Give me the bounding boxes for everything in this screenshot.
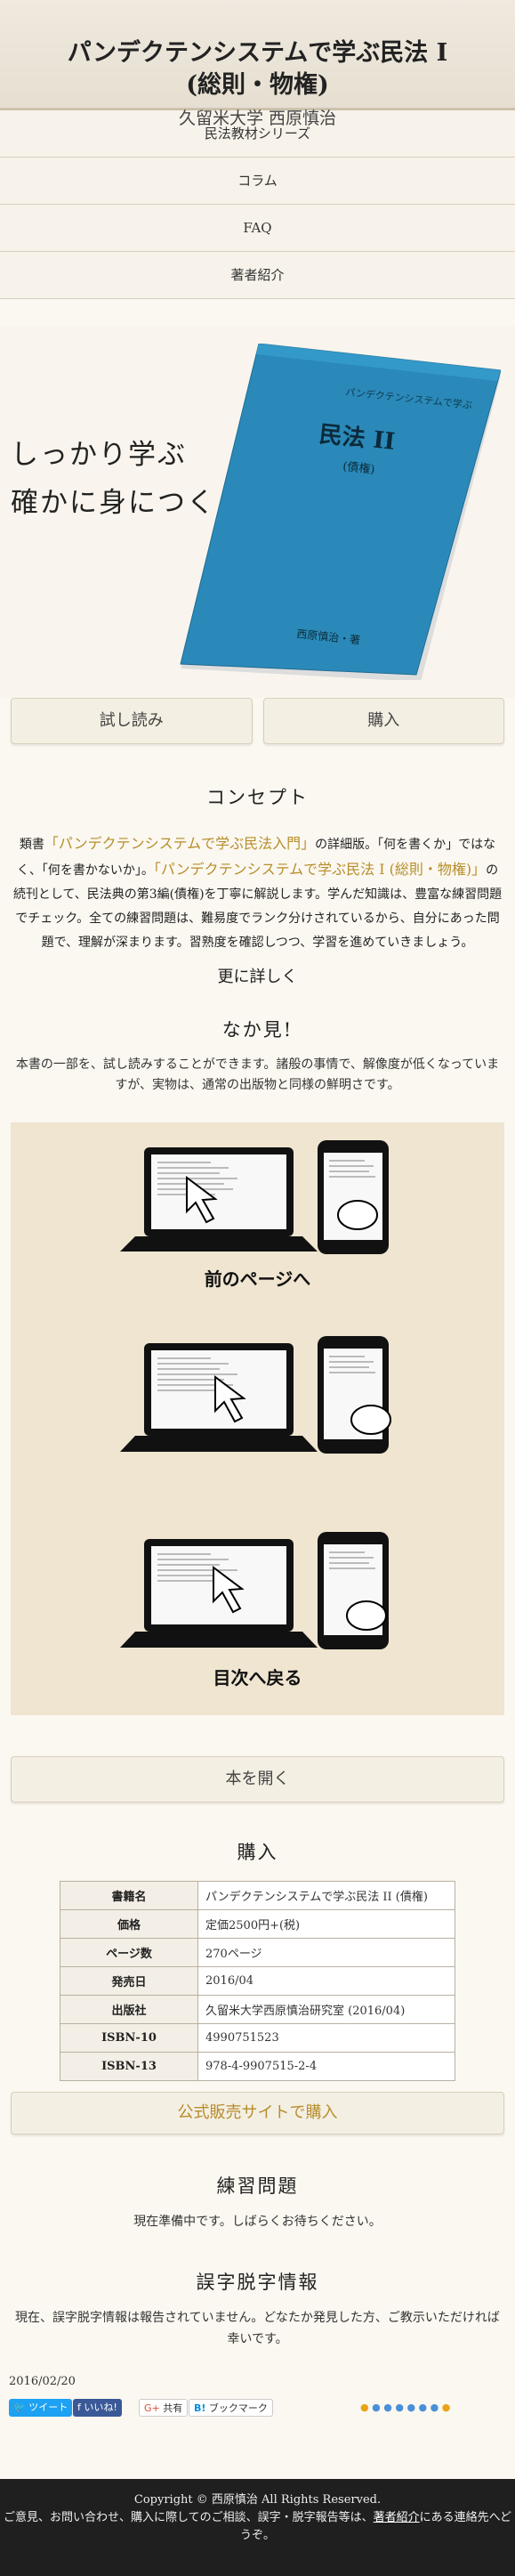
buy-title: 購入 — [237, 1842, 278, 1863]
table-row: ページ数 270ページ — [60, 1938, 455, 1967]
tweet-label: ツイート — [28, 2402, 68, 2413]
twitter-icon: 🐦 — [13, 2402, 26, 2413]
peek-title: なか見! — [221, 1019, 294, 1041]
site-header: パンデクテンシステムで学ぶ民法 I (総則・物権) 久留米大学 西原慎治 — [0, 0, 515, 128]
nav-item-column[interactable]: コラム — [0, 158, 515, 205]
footer-contact-part: ご意見、お問い合わせ、購入に際してのご相談、誤字・脱字報告等は、 — [4, 2511, 374, 2524]
row-value: 定価2500円+(税) — [197, 1909, 455, 1939]
book-info-table: 書籍名 パンデクテンシステムで学ぶ民法 II (債権) 価格 定価2500円+(税)… — [60, 1881, 455, 2081]
nav-item-author[interactable]: 著者紹介 — [0, 252, 515, 299]
table-row: 出版社 久留米大学西原慎治研究室 (2016/04) — [60, 1995, 455, 2024]
hatena-label: ブックマーク — [208, 2402, 268, 2414]
nav-item-series[interactable]: 民法教材シリーズ — [0, 110, 515, 158]
concept-section: コンセプト 類書「パンデクテンシステムで学ぶ民法入門」の詳細版。「何を書くか」で… — [0, 783, 515, 987]
rss-icon: ● — [441, 2402, 451, 2413]
laptop-phone-swipe-icon — [120, 1140, 389, 1254]
site-footer: Copyright © 西原慎治 All Rights Reserved. ご意… — [0, 2479, 515, 2576]
errata-section: 誤字脱字情報 現在、誤字脱字情報は報告されていません。どなたか発見した方、ご教示… — [0, 2268, 515, 2350]
exercise-title: 練習問題 — [216, 2175, 299, 2197]
errata-text: 現在、誤字脱字情報は報告されていません。どなたか発見した方、ご教示いただければ幸… — [15, 2311, 500, 2346]
table-row: 発売日 2016/04 — [60, 1966, 455, 1996]
laptop-phone-press-icon — [120, 1532, 389, 1649]
buy-section: 購入 書籍名 パンデクテンシステムで学ぶ民法 II (債権) 価格 定価2500円+… — [0, 1838, 515, 2135]
author-profile-link[interactable]: 著者紹介 — [374, 2511, 420, 2524]
trial-read-button[interactable]: 試し読み — [11, 698, 253, 744]
facebook-like-button[interactable]: f いいね! — [73, 2399, 122, 2417]
concept-link-intro[interactable]: 「パンデクテンシステムで学ぶ民法入門」 — [44, 835, 315, 852]
row-value: 2016/04 — [197, 1966, 455, 1996]
hero-section: しっかり学ぶ 確かに身につく パンデクテンシステムで学ぶ 民法 II (債権) … — [0, 326, 515, 698]
row-value: 4990751523 — [197, 2023, 455, 2053]
post-date: 2016/02/20 — [9, 2375, 76, 2388]
share-icon: ● — [406, 2402, 416, 2413]
table-row: 書籍名 パンデクテンシステムで学ぶ民法 II (債権) — [60, 1881, 455, 1910]
share-icon: ● — [430, 2402, 439, 2413]
like-label: いいね! — [84, 2402, 117, 2413]
footer-contact-text: ご意見、お問い合わせ、購入に際してのご相談、誤字・脱字報告等は、著者紹介にある連… — [0, 2509, 515, 2545]
share-icon: ● — [383, 2402, 392, 2413]
step-previous-page — [11, 1140, 504, 1256]
laptop-phone-tap-icon — [120, 1336, 391, 1454]
main-nav: 民法教材シリーズ コラム FAQ 著者紹介 — [0, 109, 515, 299]
official-store-button[interactable]: 公式販売サイトで購入 — [11, 2092, 504, 2135]
table-row: 価格 定価2500円+(税) — [60, 1909, 455, 1939]
row-key: ISBN-10 — [60, 2023, 198, 2053]
row-value: 久留米大学西原慎治研究室 (2016/04) — [197, 1995, 455, 2024]
share-icon: ● — [372, 2402, 381, 2413]
gplus-share-button[interactable]: G+ 共有 — [139, 2399, 189, 2417]
title-line-1: パンデクテンシステムで学ぶ民法 I — [67, 39, 448, 67]
concept-link-vol1[interactable]: 「パンデクテンシステムで学ぶ民法 I (総則・物権)」 — [154, 861, 486, 878]
concept-text-part: 類書 — [19, 838, 44, 852]
hatena-bookmark-button[interactable]: B! ブックマーク — [189, 2399, 273, 2417]
open-book-button[interactable]: 本を開く — [11, 1756, 504, 1802]
nav-item-faq[interactable]: FAQ — [0, 205, 515, 252]
row-key: ページ数 — [60, 1938, 198, 1967]
row-key: 発売日 — [60, 1966, 198, 1996]
buy-button[interactable]: 購入 — [262, 698, 504, 744]
row-key: 書籍名 — [60, 1881, 198, 1910]
share-icon: ● — [418, 2402, 428, 2413]
facebook-icon: f — [77, 2402, 81, 2413]
concept-text: 類書「パンデクテンシステムで学ぶ民法入門」の詳細版。「何を書くか」ではなく、「何… — [0, 810, 515, 955]
tweet-button[interactable]: 🐦 ツイート — [9, 2399, 73, 2417]
row-key: 価格 — [60, 1909, 198, 1939]
exercise-text: 現在準備中です。しばらくお待ちください。 — [133, 2215, 382, 2229]
step-next-page — [11, 1336, 504, 1461]
row-value: パンデクテンシステムで学ぶ民法 II (債権) — [197, 1881, 455, 1910]
row-value: 270ページ — [197, 1938, 455, 1967]
peek-text: 本書の一部を、試し読みすることができます。諸般の事情で、解像度が低くなっています… — [15, 1057, 500, 1092]
gplus-label: 共有 — [163, 2402, 183, 2414]
row-value: 978-4-9907515-2-4 — [197, 2052, 455, 2081]
share-icon: ● — [395, 2402, 404, 2413]
hero-actions: 試し読み 購入 — [0, 698, 515, 744]
social-icons-row[interactable]: ● ● ● ● ● ● ● ● — [360, 2399, 450, 2417]
step-label-toc: 目次へ戻る — [213, 1667, 302, 1689]
title-line-2: (総則・物権) — [186, 71, 329, 99]
step-toc — [11, 1532, 504, 1657]
row-key: ISBN-13 — [60, 2052, 198, 2081]
peek-section: なか見! 本書の一部を、試し読みすることができます。諸般の事情で、解像度が低くな… — [0, 1016, 515, 1096]
rss-icon: ● — [360, 2402, 369, 2413]
table-row: ISBN-10 4990751523 — [60, 2023, 455, 2053]
peek-instructions: 前のページへ 目次へ戻る — [11, 1122, 504, 1715]
concept-title: コンセプト — [206, 787, 309, 808]
page-title: パンデクテンシステムで学ぶ民法 I (総則・物権) — [0, 37, 515, 101]
step-label-previous: 前のページへ — [204, 1268, 311, 1290]
exercise-section: 練習問題 現在準備中です。しばらくお待ちください。 — [0, 2172, 515, 2232]
hatena-icon: B! — [194, 2402, 206, 2414]
errata-title: 誤字脱字情報 — [196, 2272, 319, 2293]
book-cover-image: パンデクテンシステムで学ぶ 民法 II (債権) 西原慎治・著 — [180, 344, 501, 680]
table-row: ISBN-13 978-4-9907515-2-4 — [60, 2052, 455, 2081]
copyright-text: Copyright © 西原慎治 All Rights Reserved. — [133, 2493, 382, 2507]
share-bar: 🐦 ツイート f いいね! G+ 共有 B! ブックマーク ● ● ● ● ● … — [0, 2399, 515, 2426]
gplus-icon: G+ — [144, 2402, 160, 2414]
more-details-link[interactable]: 更に詳しく — [0, 964, 515, 987]
row-key: 出版社 — [60, 1995, 198, 2024]
